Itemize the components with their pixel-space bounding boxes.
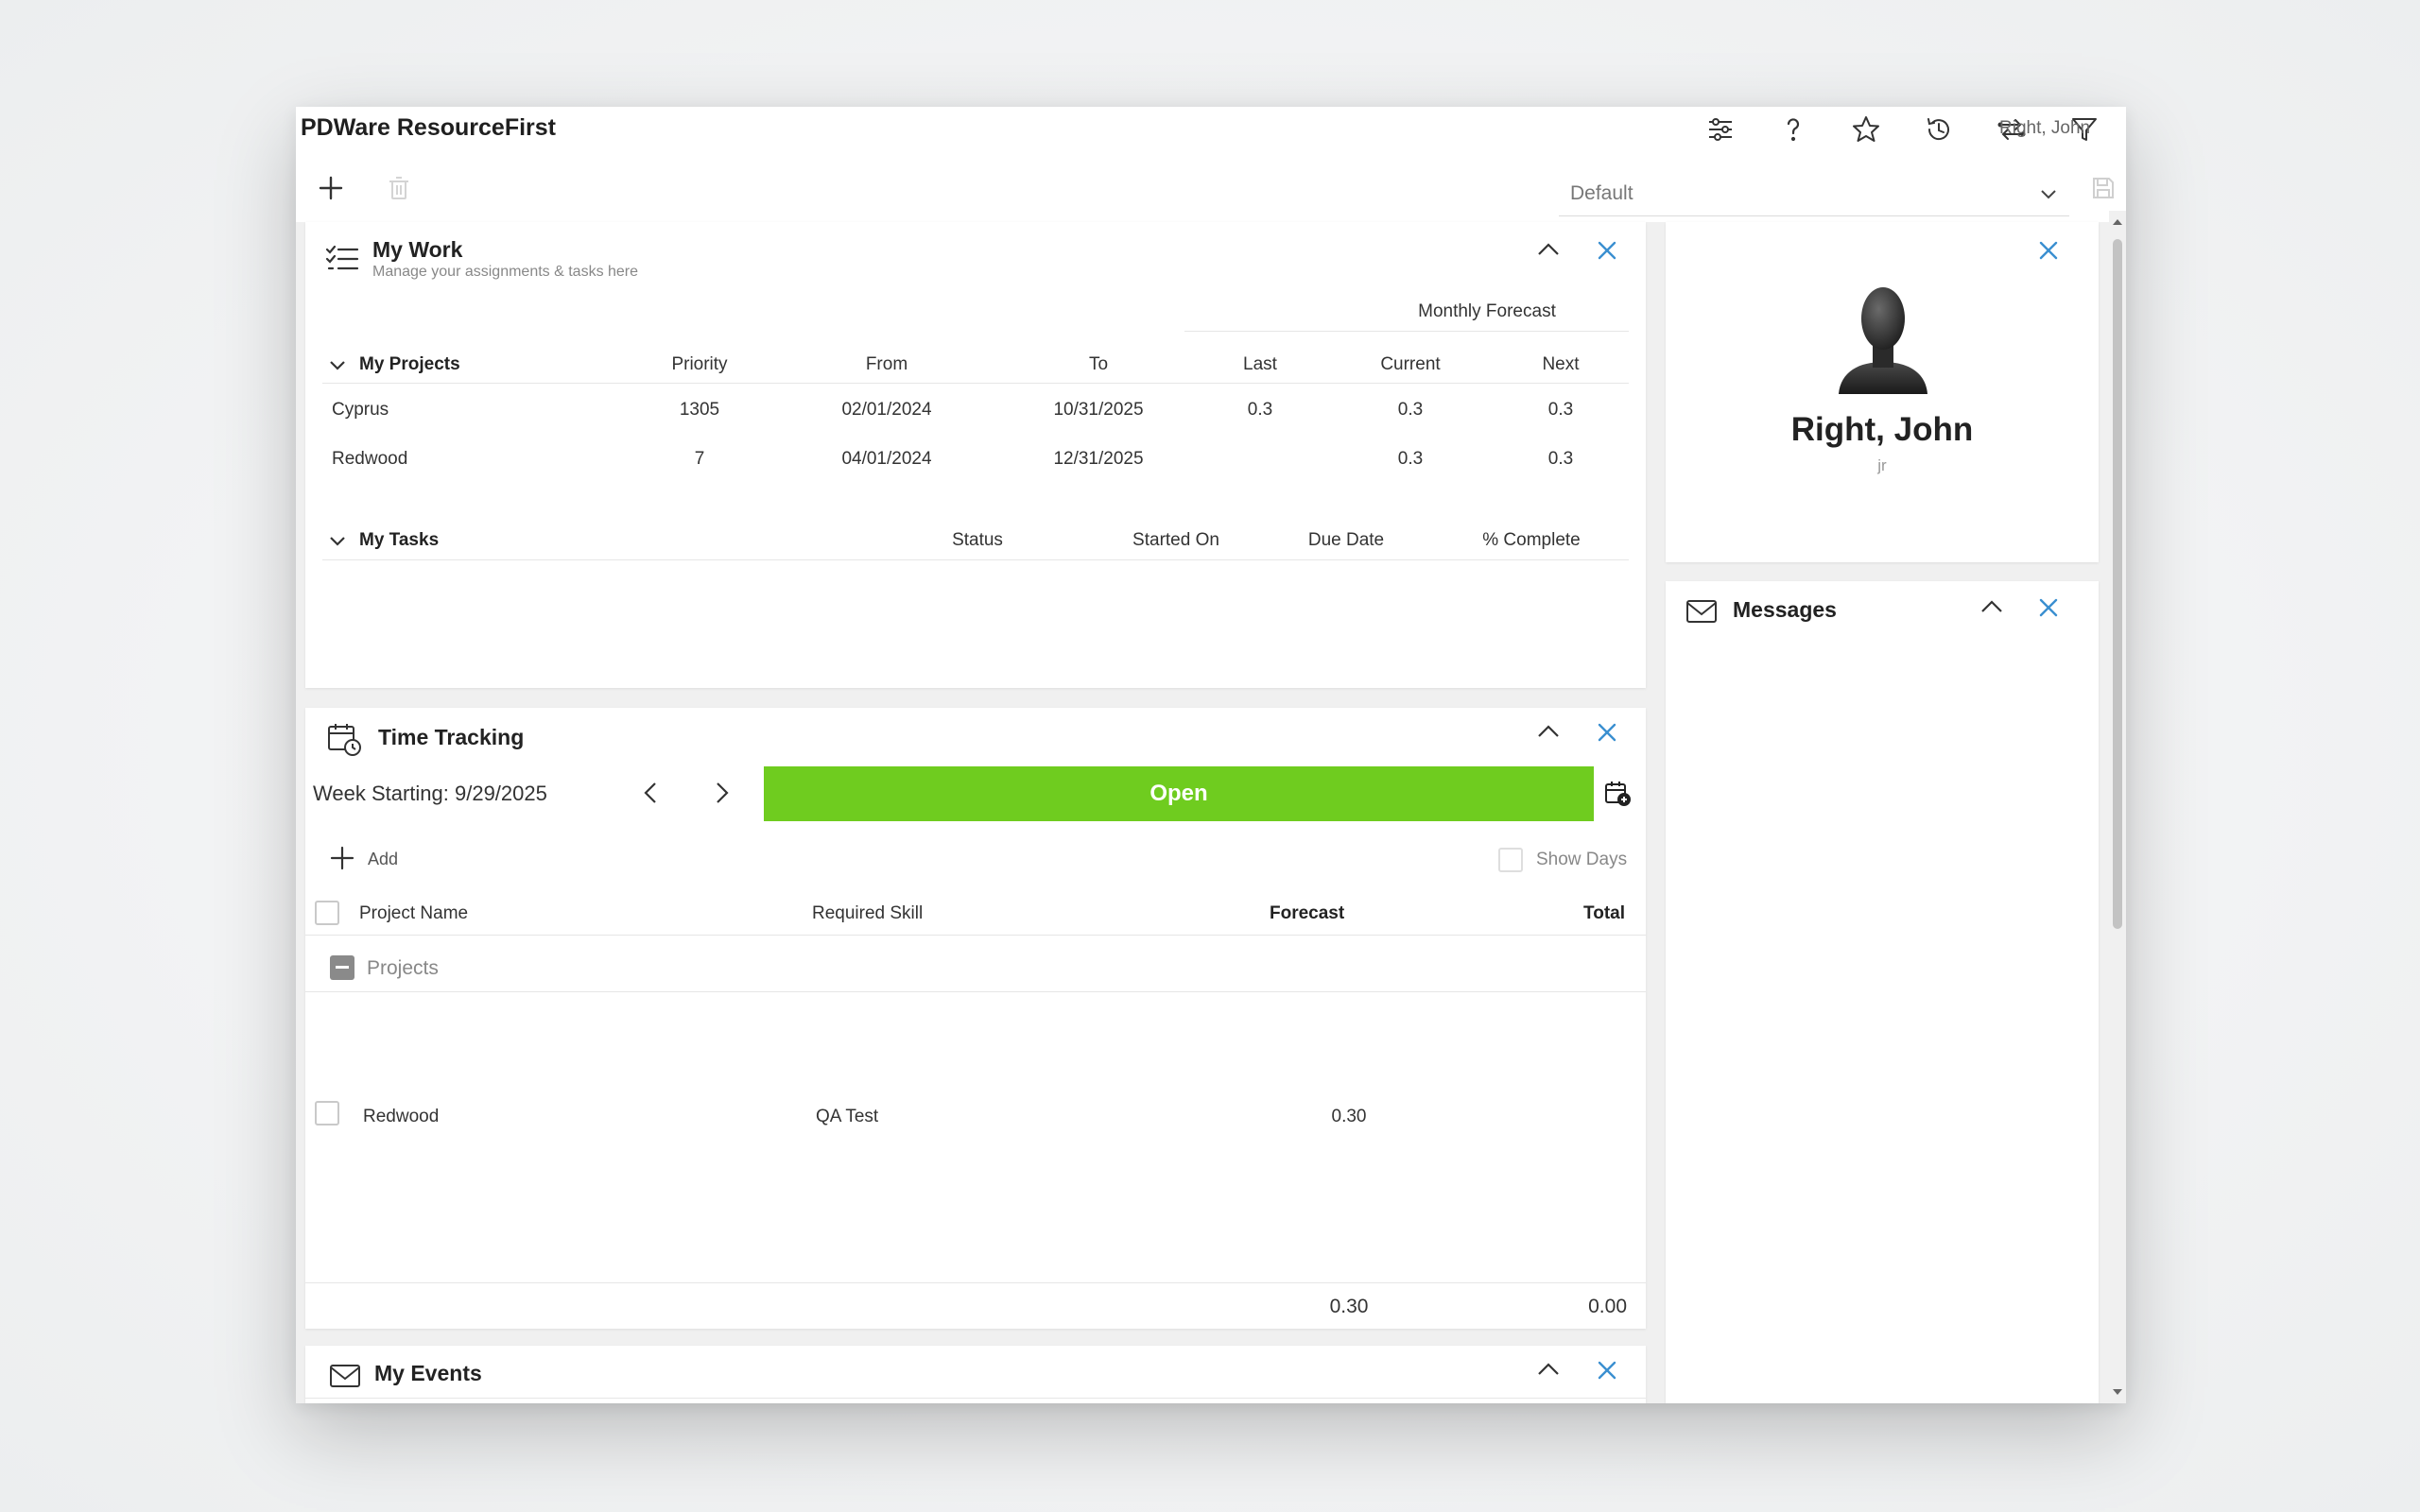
messages-panel: Messages xyxy=(1666,581,2099,1403)
project-to: 12/31/2025 xyxy=(1053,449,1144,469)
title-bar: PDWare ResourceFirst Right, John xyxy=(296,107,2126,154)
layout-select[interactable]: Default xyxy=(1559,171,2069,216)
project-current: 0.3 xyxy=(1397,400,1424,420)
save-icon[interactable] xyxy=(2081,165,2126,211)
project-last: 0.3 xyxy=(1247,400,1273,420)
status-open-button[interactable]: Open xyxy=(764,766,1594,821)
avatar xyxy=(1839,287,1927,394)
col-to: To xyxy=(1088,354,1109,374)
col-status: Status xyxy=(952,530,1003,550)
show-days-checkbox[interactable] xyxy=(1498,848,1523,872)
help-icon[interactable] xyxy=(1772,109,1814,150)
row-checkbox[interactable] xyxy=(315,1101,339,1125)
close-my-work-button[interactable] xyxy=(1588,232,1626,269)
user-name[interactable]: Right, John xyxy=(1999,107,2090,150)
close-profile-button[interactable] xyxy=(2030,232,2067,269)
project-name[interactable]: Redwood xyxy=(332,449,407,470)
layout-select-value: Default xyxy=(1570,182,1634,204)
project-to: 10/31/2025 xyxy=(1053,400,1144,420)
history-icon[interactable] xyxy=(1918,109,1960,150)
messages-title: Messages xyxy=(1733,597,1837,622)
col-started-on: Started On xyxy=(1132,530,1219,550)
select-all-checkbox[interactable] xyxy=(315,901,339,925)
col-from: From xyxy=(865,354,908,374)
scroll-up-icon[interactable] xyxy=(2110,215,2125,230)
plus-icon xyxy=(330,846,354,870)
my-events-panel: My Events xyxy=(305,1346,1646,1403)
my-events-title: My Events xyxy=(374,1361,482,1385)
collapse-my-events-button[interactable] xyxy=(1530,1351,1567,1389)
page-scrollbar[interactable] xyxy=(2109,211,2126,1403)
my-projects-header: My Projects xyxy=(359,354,460,374)
close-my-events-button[interactable] xyxy=(1588,1351,1626,1389)
collapse-messages-button[interactable] xyxy=(1973,589,2011,627)
next-week-button[interactable] xyxy=(702,774,740,812)
chevron-down-icon xyxy=(2041,190,2056,199)
close-messages-button[interactable] xyxy=(2030,589,2067,627)
row-forecast[interactable]: 0.30 xyxy=(1302,1107,1396,1127)
envelope-icon xyxy=(330,1365,360,1387)
week-starting-label: Week Starting: 9/29/2025 xyxy=(313,782,547,805)
group-toggle-checkbox[interactable] xyxy=(330,955,354,980)
add-widget-button[interactable] xyxy=(308,165,354,211)
monthly-forecast-label: Monthly Forecast xyxy=(1418,301,1556,321)
time-tracking-title: Time Tracking xyxy=(378,725,525,749)
my-tasks-header: My Tasks xyxy=(359,530,440,550)
row-required-skill: QA Test xyxy=(816,1107,879,1126)
col-last: Last xyxy=(1243,354,1277,374)
collapse-time-tracking-button[interactable] xyxy=(1530,713,1567,751)
project-priority: 1305 xyxy=(679,400,720,420)
project-current: 0.3 xyxy=(1397,449,1424,469)
col-current: Current xyxy=(1380,354,1441,374)
col-forecast: Forecast xyxy=(1270,903,1345,923)
profile-initials: jr xyxy=(1877,456,1887,474)
calendar-add-icon[interactable] xyxy=(1599,774,1636,812)
app-window: PDWare ResourceFirst Right, John Default… xyxy=(296,107,2126,1403)
chevron-down-icon[interactable] xyxy=(328,356,347,375)
collapse-my-work-button[interactable] xyxy=(1530,232,1567,269)
col-project-name: Project Name xyxy=(359,903,469,923)
project-name[interactable]: Cyprus xyxy=(332,400,389,421)
project-next: 0.3 xyxy=(1547,400,1574,420)
project-from: 04/01/2024 xyxy=(841,449,932,469)
trash-icon[interactable] xyxy=(376,165,422,211)
time-tracking-panel: Time Tracking Week Starting: 9/29/2025 O… xyxy=(305,708,1646,1329)
profile-name: Right, John xyxy=(1790,411,1974,448)
project-from: 02/01/2024 xyxy=(841,400,932,420)
profile-panel: Right, John jr xyxy=(1666,222,2099,562)
add-label: Add xyxy=(368,850,399,868)
checklist-icon xyxy=(325,245,359,270)
row-project-name: Redwood xyxy=(363,1107,440,1126)
chevron-down-icon[interactable] xyxy=(328,532,347,551)
star-icon[interactable] xyxy=(1845,109,1887,150)
toolbar: Default xyxy=(296,154,2126,222)
col-total: Total xyxy=(1583,903,1625,923)
sliders-icon[interactable] xyxy=(1700,109,1741,150)
forecast-total: 0.30 xyxy=(1329,1296,1369,1317)
scroll-down-icon[interactable] xyxy=(2110,1384,2125,1400)
col-priority: Priority xyxy=(671,354,728,374)
col-required-skill: Required Skill xyxy=(812,903,924,923)
scroll-thumb[interactable] xyxy=(2113,239,2122,929)
envelope-icon xyxy=(1686,600,1717,623)
col-percent-complete: % Complete xyxy=(1482,530,1581,550)
my-work-title: My Work xyxy=(372,237,463,262)
my-work-panel: My Work Manage your assignments & tasks … xyxy=(305,222,1646,688)
col-due-date: Due Date xyxy=(1307,530,1385,550)
calendar-clock-icon xyxy=(328,724,361,756)
grand-total: 0.00 xyxy=(1588,1296,1627,1317)
my-work-subtitle: Manage your assignments & tasks here xyxy=(372,264,639,280)
previous-week-button[interactable] xyxy=(632,774,670,812)
show-days-label: Show Days xyxy=(1536,850,1628,869)
app-title: PDWare ResourceFirst xyxy=(301,114,556,141)
col-next: Next xyxy=(1542,354,1580,374)
close-time-tracking-button[interactable] xyxy=(1588,713,1626,751)
group-projects-label: Projects xyxy=(367,957,439,979)
project-next: 0.3 xyxy=(1547,449,1574,469)
project-priority: 7 xyxy=(694,449,705,469)
